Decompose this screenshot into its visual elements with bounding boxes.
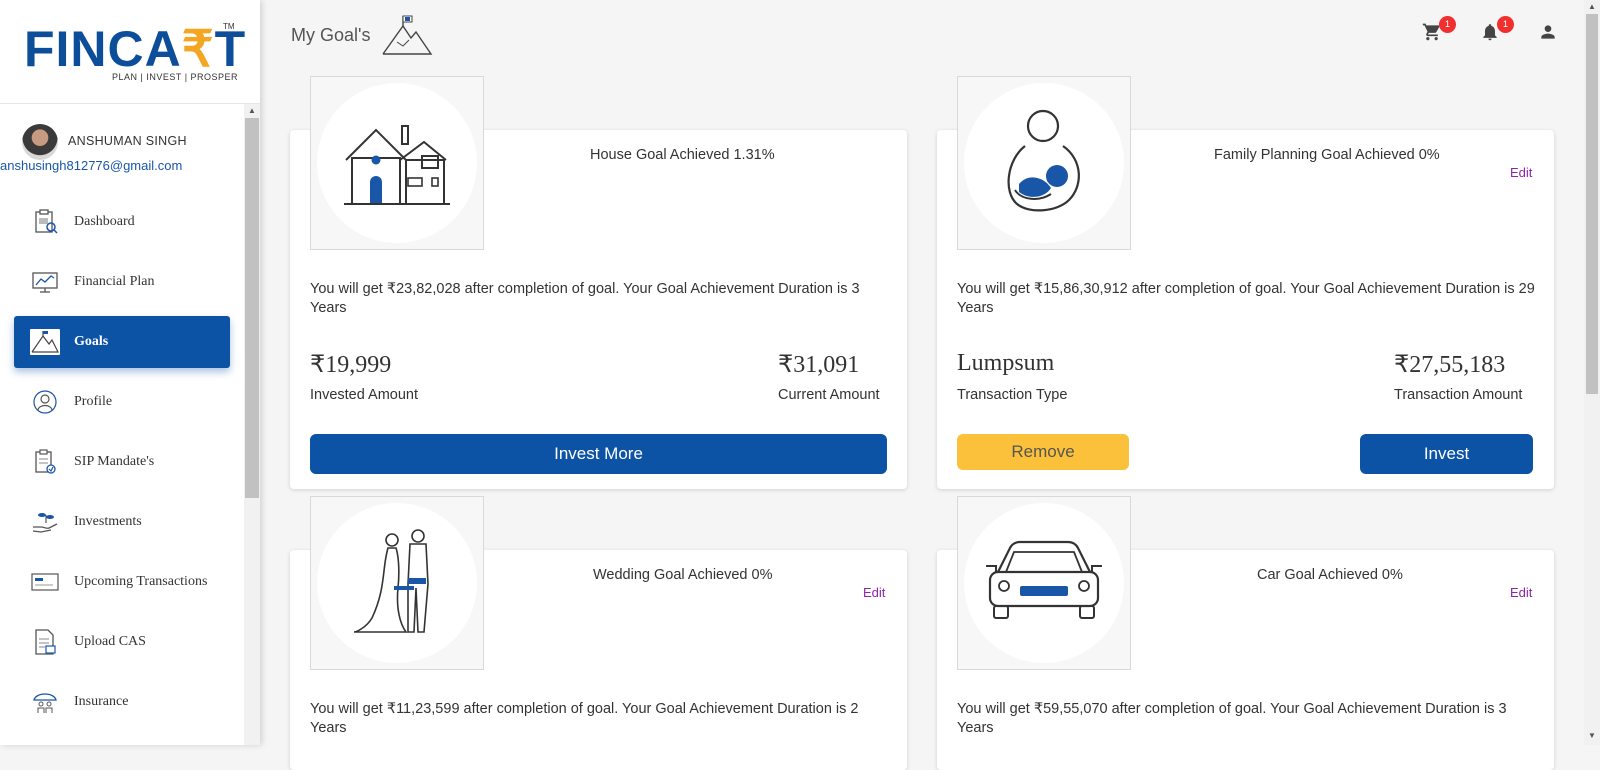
umbrella-family-icon <box>30 689 60 715</box>
cart-button[interactable]: 1 <box>1422 16 1456 46</box>
remove-button[interactable]: Remove <box>957 434 1129 470</box>
invest-more-button[interactable]: Invest More <box>310 434 887 474</box>
edit-goal-link[interactable]: Edit <box>863 585 885 600</box>
invested-amount-value: ₹19,999 <box>310 352 392 378</box>
sidebar-item-label: Investments <box>74 514 142 529</box>
scroll-up-icon[interactable]: ▲ <box>1588 2 1596 11</box>
current-amount-label: Current Amount <box>778 387 880 403</box>
mother-child-icon <box>964 83 1124 243</box>
transaction-type-value: Lumpsum <box>957 350 1055 376</box>
sidebar-item-label: Financial Plan <box>74 274 155 289</box>
user-email: anshusingh812776@gmail.com <box>0 158 183 173</box>
goal-title: House Goal Achieved 1.31% <box>590 147 775 163</box>
invest-button[interactable]: Invest <box>1360 434 1533 474</box>
scrollbar-thumb[interactable] <box>1586 14 1598 394</box>
sidebar-item-label: Insurance <box>74 694 129 709</box>
house-icon <box>317 83 477 243</box>
sidebar-nav: Dashboard Financial Plan Goals Profile S… <box>0 196 244 736</box>
goal-description: You will get ₹59,55,070 after completion… <box>957 701 1507 736</box>
sidebar-item-investments[interactable]: Investments <box>14 496 230 548</box>
sidebar-item-upcoming-transactions[interactable]: Upcoming Transactions <box>14 556 230 608</box>
person-icon <box>1541 25 1555 39</box>
sidebar: FINCA₹T TM PLAN | INVEST | PROSPER ANSHU… <box>0 0 260 745</box>
sidebar-item-financial-plan[interactable]: Financial Plan <box>14 256 230 308</box>
transaction-amount-label: Transaction Amount <box>1394 387 1523 403</box>
goal-image <box>310 496 484 670</box>
notifications-button[interactable]: 1 <box>1480 16 1514 46</box>
sidebar-item-label: Goals <box>74 334 109 349</box>
user-circle-icon <box>30 389 60 415</box>
avatar <box>22 124 58 160</box>
goal-image <box>310 76 484 250</box>
sidebar-item-insurance[interactable]: Insurance <box>14 676 230 728</box>
sidebar-item-label: Upcoming Transactions <box>74 574 208 589</box>
account-button[interactable] <box>1538 22 1562 46</box>
logo[interactable]: FINCA₹T TM PLAN | INVEST | PROSPER <box>0 0 260 104</box>
notification-count-badge: 1 <box>1497 16 1514 33</box>
edit-goal-link[interactable]: Edit <box>1510 585 1532 600</box>
transaction-amount-value: ₹27,55,183 <box>1394 352 1506 378</box>
edit-goal-link[interactable]: Edit <box>1510 165 1532 180</box>
page-title: My Goal's <box>291 25 371 45</box>
wedding-couple-icon <box>317 503 477 663</box>
goal-description: You will get ₹11,23,599 after completion… <box>310 701 859 736</box>
document-icon <box>30 629 60 655</box>
logo-tm: TM <box>223 22 235 31</box>
card-icon <box>30 569 60 595</box>
goal-description: You will get ₹23,82,028 after completion… <box>310 281 860 316</box>
page-scrollbar[interactable]: ▲ ▼ <box>1584 0 1600 745</box>
chart-icon <box>30 269 60 295</box>
goal-title: Car Goal Achieved 0% <box>1257 567 1403 583</box>
sidebar-item-label: SIP Mandate's <box>74 454 155 469</box>
dashboard-icon <box>30 209 60 235</box>
goal-title: Family Planning Goal Achieved 0% <box>1214 147 1440 163</box>
sidebar-item-upload-cas[interactable]: Upload CAS <box>14 616 230 668</box>
scroll-down-icon[interactable]: ▼ <box>1588 731 1596 740</box>
logo-tagline: PLAN | INVEST | PROSPER <box>112 72 239 82</box>
hand-plant-icon <box>30 509 60 535</box>
sidebar-item-goals[interactable]: Goals <box>14 316 230 368</box>
goal-description: You will get ₹15,86,30,912 after complet… <box>957 281 1535 316</box>
user-name: ANSHUMAN SINGH <box>68 134 187 148</box>
cart-count-badge: 1 <box>1439 16 1456 33</box>
mountain-flag-icon <box>381 14 433 61</box>
sidebar-item-dashboard[interactable]: Dashboard <box>14 196 230 248</box>
goal-image <box>957 496 1131 670</box>
sidebar-item-label: Upload CAS <box>74 634 146 649</box>
invested-amount-label: Invested Amount <box>310 387 419 403</box>
scroll-up-icon[interactable]: ▲ <box>248 106 256 115</box>
clipboard-icon <box>30 449 60 475</box>
sidebar-item-label: Profile <box>74 394 113 409</box>
current-amount-value: ₹31,091 <box>778 352 860 378</box>
header: My Goal's 1 1 <box>260 0 1584 68</box>
sidebar-item-profile[interactable]: Profile <box>14 376 230 428</box>
sidebar-scrollbar[interactable]: ▲ <box>244 104 260 745</box>
mountain-flag-icon <box>30 329 60 355</box>
transaction-type-label: Transaction Type <box>957 387 1068 403</box>
scrollbar-thumb[interactable] <box>245 118 259 498</box>
sidebar-item-sip-mandates[interactable]: SIP Mandate's <box>14 436 230 488</box>
logo-wordmark: FINCA₹T <box>24 21 247 77</box>
car-icon <box>964 503 1124 663</box>
goal-image <box>957 76 1131 250</box>
sidebar-item-label: Dashboard <box>74 214 135 229</box>
goal-title: Wedding Goal Achieved 0% <box>593 567 773 583</box>
